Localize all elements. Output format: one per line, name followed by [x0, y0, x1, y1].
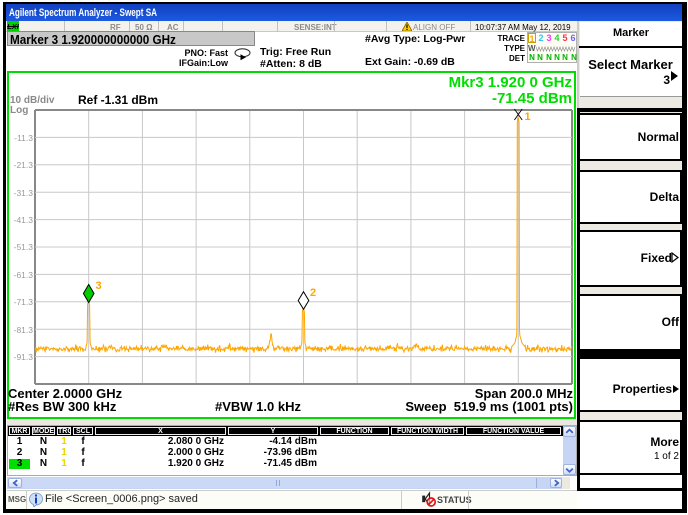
svg-text:1: 1 — [525, 111, 531, 123]
svg-text:2: 2 — [310, 287, 316, 299]
svg-text:3: 3 — [96, 280, 102, 292]
